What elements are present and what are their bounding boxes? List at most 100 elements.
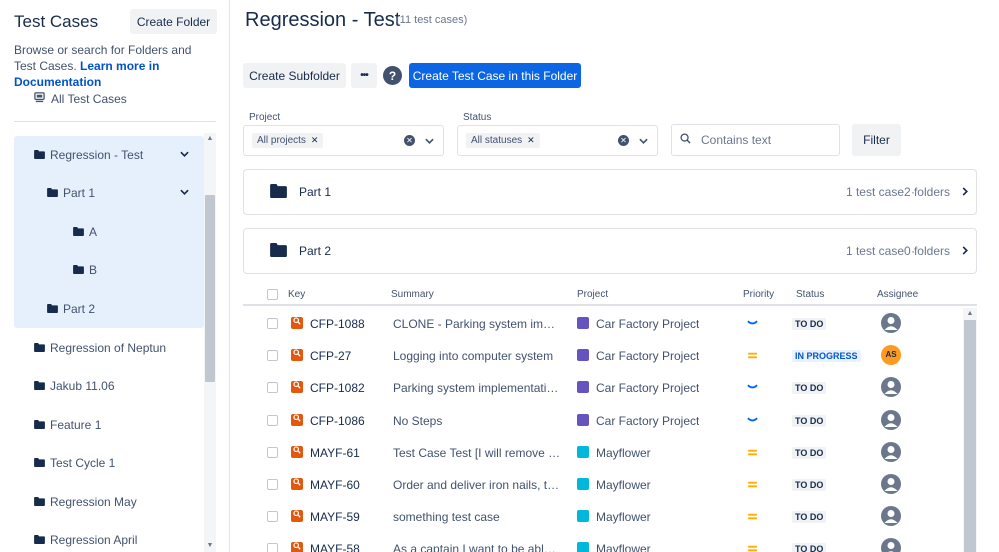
project-name: Car Factory Project — [596, 317, 700, 331]
project-filter-select[interactable]: All projects ✕ ✕ — [243, 125, 444, 156]
avatar[interactable] — [881, 377, 901, 398]
scroll-up-arrow-icon[interactable]: ▲ — [963, 308, 977, 320]
clear-icon[interactable]: ✕ — [618, 135, 629, 146]
row-checkbox[interactable] — [267, 479, 278, 490]
row-checkbox[interactable] — [267, 382, 278, 394]
create-folder-button[interactable]: Create Folder — [130, 9, 217, 34]
status-lozenge: TO DO — [792, 446, 827, 459]
folder-card-part-2[interactable]: Part 2 1 test case · 0 folders — [243, 228, 977, 274]
priority-low-icon — [747, 413, 758, 427]
row-checkbox[interactable] — [267, 318, 278, 329]
tree-item-part-2[interactable]: Part 2 — [47, 298, 95, 320]
test-case-summary[interactable]: Parking system implementation... — [393, 381, 561, 395]
test-case-summary[interactable]: CLONE - Parking system imple... — [393, 317, 561, 331]
test-case-key-link[interactable]: CFP-1086 — [310, 414, 365, 428]
test-case-key-link[interactable]: MAYF-60 — [310, 478, 360, 492]
folder-icon — [34, 456, 45, 470]
tree-item-b[interactable]: B — [73, 259, 97, 281]
test-case-summary[interactable]: Order and deliver iron nails, test... — [393, 478, 561, 492]
remove-chip-icon[interactable]: ✕ — [527, 135, 535, 146]
column-header-status[interactable]: Status — [796, 289, 824, 300]
table-row[interactable]: CFP-27 Logging into computer system Car Fa… — [243, 340, 963, 372]
row-checkbox[interactable] — [267, 511, 278, 523]
filter-button[interactable]: Filter — [852, 124, 901, 156]
column-header-assignee[interactable]: Assignee — [877, 289, 918, 300]
test-case-key-link[interactable]: MAYF-58 — [310, 542, 360, 552]
test-case-key-link[interactable]: CFP-1088 — [310, 317, 365, 331]
table-row[interactable]: CFP-1086 No Steps Car Factory Project TO DO — [243, 405, 963, 437]
avatar[interactable] — [881, 506, 901, 527]
project-name: Car Factory Project — [596, 413, 700, 428]
tree-item-part-1[interactable]: Part 1 — [47, 182, 95, 204]
table-row[interactable]: CFP-1088 CLONE - Parking system imple... C… — [243, 308, 963, 340]
priority-medium-icon — [747, 477, 758, 491]
test-case-key-link[interactable]: MAYF-61 — [310, 446, 360, 460]
table-row[interactable]: MAYF-61 Test Case Test [I will remove it … — [243, 437, 963, 469]
table-row[interactable]: MAYF-60 Order and deliver iron nails, tes… — [243, 469, 963, 501]
avatar[interactable] — [881, 409, 901, 430]
row-checkbox[interactable] — [267, 446, 278, 458]
remove-chip-icon[interactable]: ✕ — [311, 135, 319, 146]
chevron-down-icon[interactable] — [180, 187, 189, 198]
column-header-project[interactable]: Project — [577, 289, 608, 300]
help-icon[interactable]: ? — [383, 66, 402, 85]
test-case-summary[interactable]: No Steps — [393, 414, 561, 428]
tree-item-jakub[interactable]: Jakub 11.06 — [34, 375, 115, 397]
test-case-summary[interactable]: Logging into computer system — [393, 349, 561, 363]
clear-icon[interactable]: ✕ — [404, 135, 415, 146]
chevron-down-icon[interactable] — [180, 149, 189, 160]
tree-item-a[interactable]: A — [73, 221, 97, 243]
scroll-down-arrow-icon[interactable]: ▼ — [204, 540, 216, 552]
test-case-key-link[interactable]: MAYF-59 — [310, 510, 360, 524]
folder-card-part-1[interactable]: Part 1 1 test case · 2 folders — [243, 169, 977, 215]
priority-medium-icon — [747, 445, 758, 459]
column-header-summary[interactable]: Summary — [391, 289, 434, 300]
tree-item-label: Test Cycle 1 — [50, 456, 116, 470]
table-scrollbar-thumb[interactable] — [964, 320, 976, 552]
folder-test-case-count: 1 test case — [845, 185, 904, 199]
avatar[interactable] — [881, 441, 901, 462]
tree-item-regression-april[interactable]: Regression April — [34, 529, 137, 551]
test-case-summary[interactable]: As a captain I want to be able t... — [393, 542, 561, 552]
scroll-up-arrow-icon[interactable]: ▲ — [204, 133, 216, 145]
row-checkbox[interactable] — [267, 543, 278, 552]
tree-item-feature-1[interactable]: Feature 1 — [34, 414, 101, 436]
folder-test-case-count: 1 test case — [845, 244, 904, 258]
tree-item-regression-test[interactable]: Regression - Test — [34, 144, 143, 166]
folder-icon — [47, 302, 58, 316]
avatar[interactable]: AS — [881, 345, 901, 366]
test-case-key-link[interactable]: CFP-1082 — [310, 381, 365, 395]
all-test-cases-item[interactable]: All Test Cases — [34, 92, 127, 106]
column-header-priority[interactable]: Priority — [743, 289, 774, 300]
tree-item-regression-of-neptun[interactable]: Regression of Neptun — [34, 337, 166, 359]
test-case-key-link[interactable]: CFP-27 — [310, 349, 351, 363]
chevron-down-icon[interactable] — [639, 136, 648, 147]
table-row[interactable]: MAYF-58 As a captain I want to be able t.… — [243, 533, 963, 552]
search-field[interactable] — [671, 124, 840, 156]
avatar[interactable] — [881, 538, 901, 552]
folder-icon — [34, 341, 45, 355]
test-case-summary[interactable]: Test Case Test [I will remove it la... — [393, 446, 561, 460]
avatar[interactable] — [881, 313, 901, 333]
folder-icon — [34, 533, 45, 547]
search-input[interactable] — [701, 133, 831, 147]
more-options-button[interactable]: ••• — [351, 63, 377, 88]
magnifier-icon — [291, 317, 303, 329]
tree-item-test-cycle-1[interactable]: Test Cycle 1 — [34, 452, 115, 474]
avatar[interactable] — [881, 474, 901, 494]
row-checkbox[interactable] — [267, 350, 278, 362]
select-all-checkbox[interactable] — [267, 289, 278, 300]
create-test-case-button[interactable]: Create Test Case in this Folder — [409, 63, 581, 88]
priority-medium-icon — [747, 509, 758, 523]
table-row[interactable]: MAYF-59 something test case Mayflower TO DO — [243, 501, 963, 533]
create-subfolder-button[interactable]: Create Subfolder — [243, 63, 346, 88]
column-header-key[interactable]: Key — [288, 289, 305, 300]
status-filter-select[interactable]: All statuses ✕ ✕ — [457, 125, 658, 156]
priority-medium-icon — [747, 541, 758, 552]
row-checkbox[interactable] — [267, 414, 278, 426]
chevron-down-icon[interactable] — [425, 136, 434, 147]
sidebar-scrollbar-thumb[interactable] — [205, 195, 215, 382]
table-row[interactable]: CFP-1082 Parking system implementation...… — [243, 372, 963, 404]
test-case-summary[interactable]: something test case — [393, 510, 561, 524]
tree-item-regression-may[interactable]: Regression May — [34, 491, 137, 513]
